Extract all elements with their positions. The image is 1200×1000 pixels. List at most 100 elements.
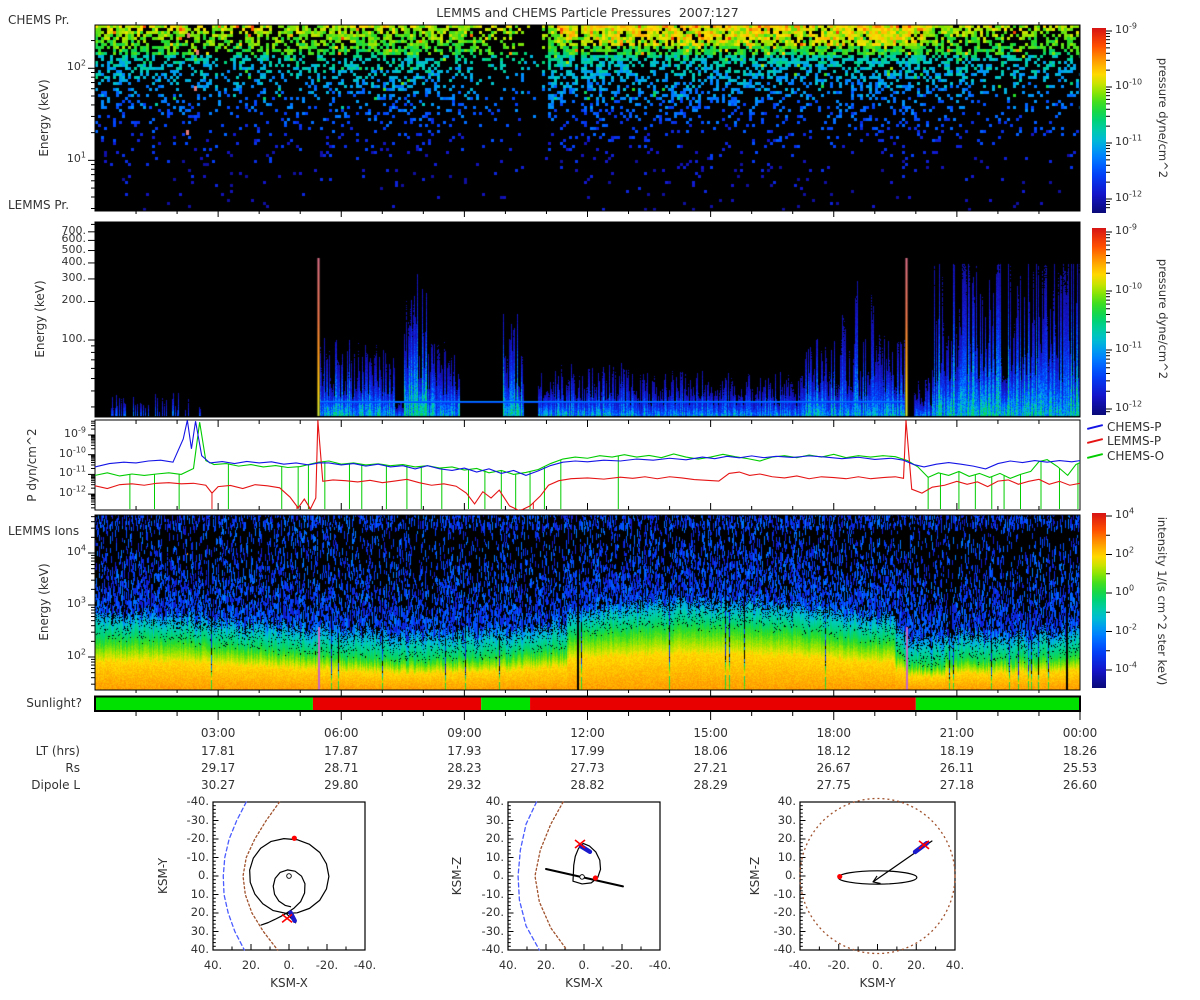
orbit-y-tick-label: -10.: [186, 849, 209, 864]
orbit-trajectory: [249, 838, 330, 914]
orbit-inner-loop: [272, 869, 306, 914]
legend-line-lemms-p: [1086, 438, 1104, 444]
time-label: 06:00: [323, 726, 359, 740]
y-axis-title-chems: Energy (keV): [37, 79, 51, 157]
orbit-y-tick-label: -20.: [481, 905, 504, 919]
series-chems-o: [95, 422, 1080, 479]
chems-ytick-label: 101: [66, 150, 86, 166]
ephemeris-value: 27.18: [939, 778, 975, 792]
magnetopause-curve: [242, 801, 281, 951]
orbit-x-tick-label: -20.: [315, 958, 339, 972]
end-marker-x: [918, 840, 930, 850]
legend-item: CHEMS-P: [1086, 420, 1162, 434]
chems-colorbar-label: 10-11: [1115, 133, 1143, 148]
ephemeris-value: 26.67: [816, 761, 851, 775]
ephemeris-row-label-lt: LT (hrs): [35, 744, 80, 758]
lemms-ytick-label: 300.: [61, 270, 87, 284]
sunlight-segment: [95, 697, 313, 710]
pressure-ytick-label: 10-9: [64, 425, 86, 440]
orbit-x-tick-label: -20.: [610, 958, 634, 972]
orbit-y-tick-label: 40.: [777, 794, 796, 808]
ephemeris-value: 30.27: [200, 778, 236, 792]
ions-colorbar-label: 10-2: [1115, 621, 1137, 637]
ephemeris-value: 26.11: [939, 761, 975, 775]
orbit-x-tick-label: -20.: [827, 958, 850, 972]
lemms-colorbar-label: 10-10: [1115, 281, 1143, 296]
sunlight-label: Sunlight?: [26, 696, 82, 710]
orbit-y-tick-label: -30.: [773, 923, 796, 938]
orbit-y-tick-label: -10.: [773, 886, 796, 901]
orbit-tail: [260, 912, 287, 926]
orbit-y-tick-label: 20.: [777, 831, 796, 845]
page-title: LEMMS and CHEMS Particle Pressures 2007:…: [436, 5, 739, 20]
sunlight-segment: [915, 697, 1080, 710]
orbit-x-tick-label: 20.: [907, 958, 926, 972]
saturn-marker: [579, 874, 585, 880]
lemms-colorbar-label: 10-9: [1115, 222, 1137, 237]
orbit-frame: [507, 801, 661, 951]
orbit-y-tick-label: -40.: [186, 794, 209, 808]
ephemeris-value: 18.06: [693, 744, 728, 758]
ephemeris-value: 18.26: [1062, 744, 1098, 758]
orbit-y-tick-label: 40.: [485, 794, 504, 808]
orbit-a-x-title: KSM-X: [270, 976, 308, 990]
ephemeris-value: 18.12: [816, 744, 851, 758]
orbit-y-tick-label: 20.: [485, 831, 504, 845]
end-marker-x: [281, 913, 293, 923]
ions-colorbar-label: 104: [1115, 506, 1135, 521]
orbit-x-tick-label: -40.: [648, 958, 672, 972]
colorbar-title-lemms: pressure dyne/cm^2: [1156, 258, 1170, 380]
ephemeris-value: 27.75: [816, 778, 851, 792]
orbit-y-tick-label: 30.: [190, 923, 209, 938]
orbit-trajectory: [545, 867, 624, 888]
colorbar-title-ions: intensity 1/(s cm^2 ster keV): [1155, 516, 1169, 686]
trajectory-arrowhead: [872, 881, 881, 884]
ephemeris-value: 28.23: [447, 761, 482, 775]
time-label: 09:00: [447, 726, 482, 740]
orbit-y-tick-label: -40.: [481, 942, 504, 956]
orbit-x-tick-label: 20.: [536, 958, 556, 972]
saturn-marker: [286, 873, 292, 879]
ions-colorbar-label: 100: [1115, 583, 1135, 598]
pressure-lines: [95, 420, 1080, 510]
ions-ytick-label: 103: [66, 595, 86, 610]
orbit-c-y-title: KSM-Z: [748, 856, 762, 896]
current-position-segment: [288, 910, 297, 924]
ions-ytick-label: 102: [66, 647, 86, 662]
ephemeris-value: 17.99: [570, 744, 605, 758]
trajectory-arrowhead: [872, 875, 878, 883]
ions-colorbar-label: 10-4: [1115, 660, 1137, 675]
orbit-y-tick-label: 10.: [777, 849, 796, 864]
orbit-y-tick-label: 0.: [493, 868, 504, 882]
orbit-equatorial-ellipse: [837, 870, 918, 885]
orbit-x-tick-label: 0.: [872, 958, 883, 972]
orbit-frame: [212, 801, 366, 951]
panel-frame: [94, 419, 1081, 511]
ephemeris-value: 17.87: [324, 744, 359, 758]
orbit-x-tick-label: 20.: [241, 958, 261, 972]
legend-line-chems-o: [1086, 453, 1104, 459]
orbit-y-tick-label: -10.: [481, 886, 504, 901]
legend-label: CHEMS-O: [1107, 449, 1165, 463]
ephemeris-value: 17.93: [447, 744, 482, 758]
sunlight-frame: [94, 695, 1081, 712]
orbit-y-tick-label: -20.: [186, 831, 209, 845]
colorbar-ions: [1092, 513, 1106, 688]
orbit-c-x-title: KSM-Y: [859, 976, 896, 990]
sunlight-segment: [481, 697, 531, 710]
orbit-y-tick-label: 10.: [190, 886, 209, 901]
ephemeris-value: 18.19: [939, 744, 975, 758]
orbit-x-tick-label: -40.: [353, 958, 377, 972]
chems-ytick-label: 102: [66, 58, 86, 74]
ephemeris-value: 25.53: [1062, 761, 1098, 775]
orbit-x-tick-label: 40.: [945, 958, 965, 972]
chems-colorbar-label: 10-12: [1115, 189, 1143, 204]
lemms-colorbar-label: 10-12: [1115, 399, 1143, 414]
orbit-x-tick-label: 40.: [203, 958, 223, 972]
magnetopause-curve: [534, 801, 568, 951]
pressure-ytick-label: 10-12: [58, 484, 86, 500]
chems-colorbar-label: 10-9: [1115, 21, 1137, 36]
ions-ytick-label: 104: [66, 543, 86, 558]
orbit-x-tick-label: -40.: [788, 958, 812, 972]
start-marker-dot: [837, 873, 843, 880]
